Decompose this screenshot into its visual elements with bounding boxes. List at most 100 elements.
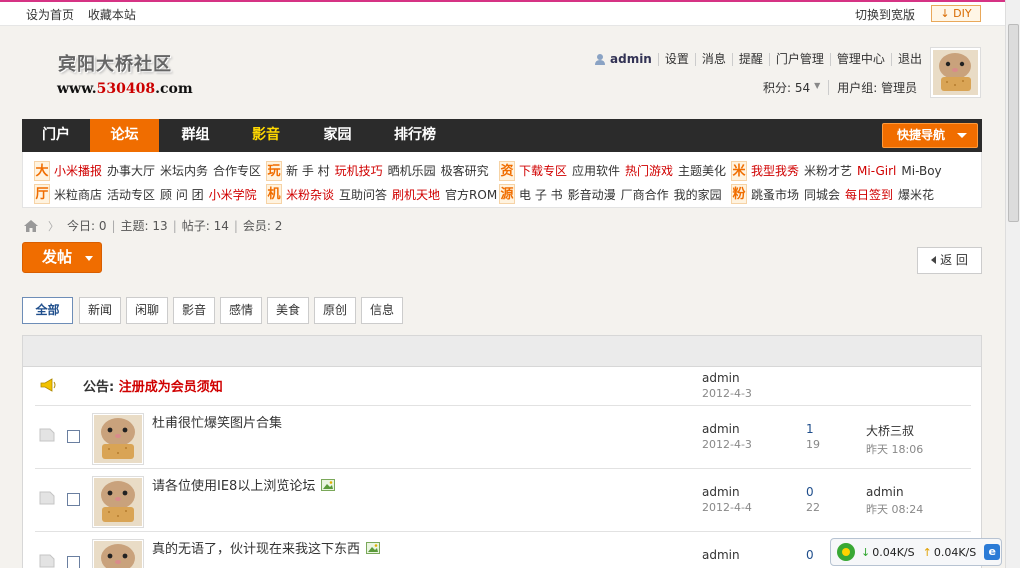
thread-thumbnail[interactable]	[92, 476, 144, 528]
forum-link[interactable]: 晒机乐园	[388, 164, 436, 178]
forum-link[interactable]: 米粉杂谈	[286, 188, 334, 202]
new-post-button[interactable]: 发帖	[22, 242, 102, 273]
set-home-link[interactable]: 设为首页	[26, 8, 74, 22]
points-label[interactable]: 积分: 54	[763, 79, 810, 96]
logout-link[interactable]: 退出	[890, 52, 928, 66]
section-badge: 米	[731, 161, 747, 181]
network-speed-widget[interactable]: ↓ 0.04K/S ↑ 0.04K/S e	[830, 538, 1002, 566]
last-poster-link[interactable]: admin	[866, 485, 904, 499]
forum-link[interactable]: 应用软件	[572, 164, 620, 178]
forum-link[interactable]: 热门游戏	[625, 164, 673, 178]
forum-link[interactable]: 活动专区	[107, 188, 155, 202]
category-tab-info[interactable]: 信息	[361, 297, 403, 324]
reply-count[interactable]: 0	[806, 485, 814, 499]
forum-link[interactable]: 米粒商店	[54, 188, 102, 202]
forum-link[interactable]: 米坛内务	[160, 164, 208, 178]
site-logo[interactable]: 宾阳大桥社区	[58, 50, 172, 76]
author-link[interactable]: admin	[702, 371, 740, 385]
forum-link[interactable]: 小米学院	[209, 188, 257, 202]
nav-portal[interactable]: 门户	[22, 119, 90, 152]
forum-link[interactable]: 新 手 村	[286, 164, 330, 178]
forum-link[interactable]: 办事大厅	[107, 164, 155, 178]
avatar[interactable]	[930, 47, 981, 98]
announcement-prefix: 公告:	[83, 380, 119, 395]
reply-count[interactable]: 1	[806, 422, 814, 436]
thread-author-cell: admin 2012-4-4	[702, 485, 752, 514]
forum-link[interactable]: 每日签到	[845, 188, 893, 202]
category-tab-news[interactable]: 新闻	[79, 297, 121, 324]
nav-forum[interactable]: 论坛	[90, 119, 159, 152]
nav-home[interactable]: 家园	[300, 119, 375, 152]
thread-row[interactable]: 杜甫很忙爆笑图片合集 admin 2012-4-3 1 19 大桥三叔 昨天 18:06	[23, 406, 981, 469]
category-tab-chat[interactable]: 闲聊	[126, 297, 168, 324]
announcement-title[interactable]: 公告: 注册成为会员须知	[83, 376, 223, 395]
category-tab-emotion[interactable]: 感情	[220, 297, 262, 324]
thread-thumbnail[interactable]	[92, 539, 144, 568]
forum-link[interactable]: 互助问答	[339, 188, 387, 202]
last-poster-link[interactable]: 大桥三叔	[866, 424, 914, 438]
site-domain[interactable]: www.530408.com	[57, 81, 193, 97]
forum-link[interactable]: 官方ROM	[445, 188, 497, 202]
scrollbar-thumb[interactable]	[1008, 24, 1019, 222]
thread-checkbox[interactable]	[67, 493, 80, 506]
divider	[828, 80, 830, 95]
portal-admin-link[interactable]: 门户管理	[768, 52, 830, 66]
vertical-scrollbar[interactable]	[1005, 0, 1020, 568]
back-button[interactable]: 返 回	[917, 247, 982, 274]
category-tab-food[interactable]: 美食	[267, 297, 309, 324]
author-link[interactable]: admin	[702, 422, 740, 436]
messages-link[interactable]: 消息	[694, 52, 732, 66]
forum-link[interactable]: Mi-Girl	[857, 164, 896, 178]
quick-nav-button[interactable]: 快捷导航	[882, 123, 978, 148]
chevron-down-icon[interactable]: ▼	[814, 81, 820, 96]
thread-checkbox[interactable]	[67, 430, 80, 443]
thread-title-link[interactable]: 请各位使用IE8以上浏览论坛	[152, 479, 315, 494]
author-link[interactable]: admin	[702, 485, 740, 499]
nav-ranking[interactable]: 排行榜	[375, 119, 455, 152]
thread-row[interactable]: 请各位使用IE8以上浏览论坛 admin 2012-4-4 0 22 admin 昨天 08…	[23, 469, 981, 532]
nav-groups[interactable]: 群组	[159, 119, 232, 152]
forum-link[interactable]: 小米播报	[54, 164, 102, 178]
reply-count[interactable]: 0	[806, 548, 814, 562]
thread-thumbnail[interactable]	[92, 413, 144, 465]
forum-link[interactable]: 同城会	[804, 188, 840, 202]
announcement-row[interactable]: 公告: 注册成为会员须知 admin 2012-4-3	[23, 367, 981, 405]
thread-checkbox[interactable]	[67, 556, 80, 568]
upload-speed: 0.04K/S	[933, 545, 977, 559]
forum-link[interactable]: 跳蚤市场	[751, 188, 799, 202]
forum-link[interactable]: 电 子 书	[519, 188, 563, 202]
admin-center-link[interactable]: 管理中心	[829, 52, 891, 66]
thread-title-link[interactable]: 杜甫很忙爆笑图片合集	[152, 416, 282, 431]
switch-wide-link[interactable]: 切换到宽版	[855, 6, 915, 23]
forum-link[interactable]: 我的家园	[674, 188, 722, 202]
username-link[interactable]: admin	[610, 52, 658, 66]
announcement-link[interactable]: 注册成为会员须知	[119, 380, 223, 395]
home-icon[interactable]	[24, 219, 38, 232]
bookmark-link[interactable]: 收藏本站	[88, 8, 136, 22]
forum-link[interactable]: 下载专区	[519, 164, 567, 178]
category-tab-all[interactable]: 全部	[22, 297, 73, 324]
category-tab-media[interactable]: 影音	[173, 297, 215, 324]
forum-link[interactable]: 极客研究	[441, 164, 489, 178]
author-link[interactable]: admin	[702, 548, 740, 562]
forum-link[interactable]: 主题美化	[678, 164, 726, 178]
forum-link[interactable]: Mi-Boy	[901, 164, 941, 178]
forum-link[interactable]: 合作专区	[213, 164, 261, 178]
forum-link[interactable]: 影音动漫	[568, 188, 616, 202]
forum-link[interactable]: 玩机技巧	[335, 164, 383, 178]
last-post-time[interactable]: 昨天 08:24	[866, 501, 923, 517]
notifications-link[interactable]: 提醒	[731, 52, 769, 66]
nav-media[interactable]: 影音	[232, 119, 300, 152]
last-post-time[interactable]: 昨天 18:06	[866, 441, 923, 457]
diy-button[interactable]: ↓ DIY	[931, 5, 981, 22]
forum-link[interactable]: 刷机天地	[392, 188, 440, 202]
category-tab-original[interactable]: 原创	[314, 297, 356, 324]
section-row: 跳蚤市场 同城会 每日签到 爆米花	[751, 186, 939, 203]
forum-link[interactable]: 爆米花	[898, 188, 934, 202]
forum-link[interactable]: 米粉才艺	[804, 164, 852, 178]
settings-link[interactable]: 设置	[657, 52, 695, 66]
forum-link[interactable]: 顾 问 团	[160, 188, 204, 202]
forum-link[interactable]: 我型我秀	[751, 164, 799, 178]
thread-title-link[interactable]: 真的无语了，伙计现在来我这下东西	[152, 542, 360, 557]
forum-link[interactable]: 厂商合作	[621, 188, 669, 202]
